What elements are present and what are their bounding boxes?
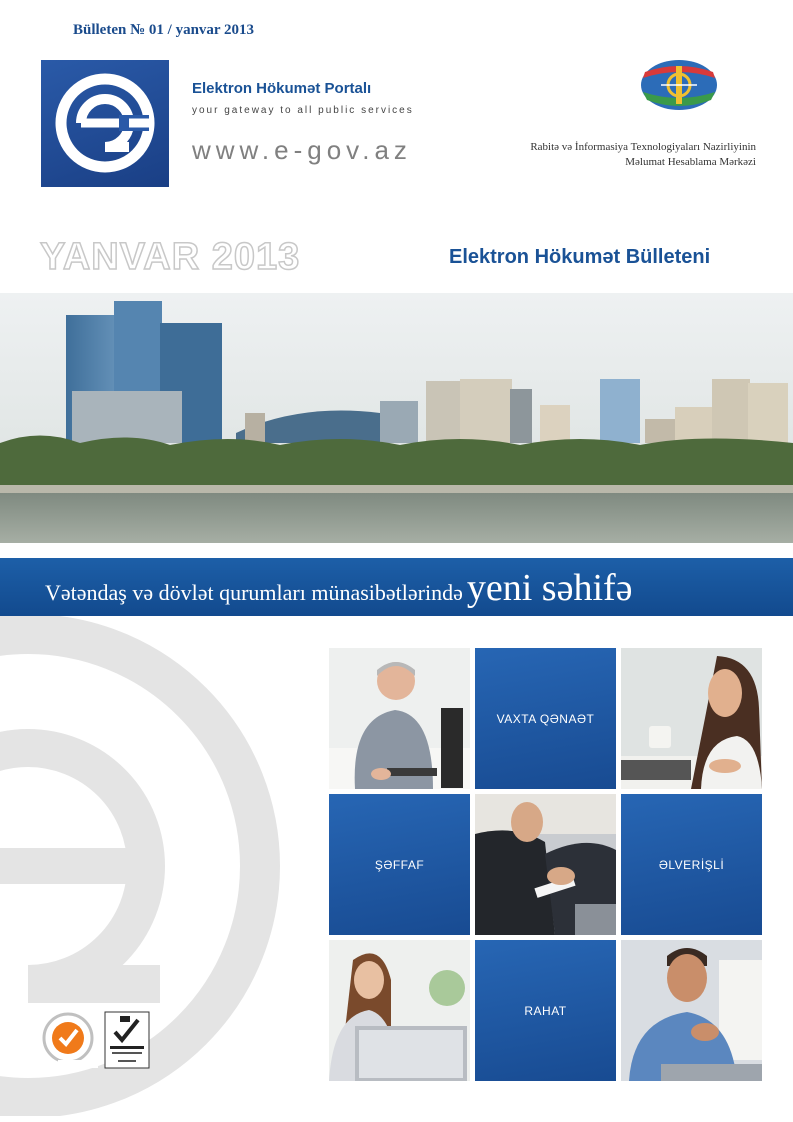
feature-tile-time-saving: VAXTA QƏNAƏT <box>475 648 616 789</box>
business-handshake-photo <box>475 794 616 935</box>
photo-tile-woman-with-laptop <box>329 940 470 1081</box>
portal-name: Elektron Hökumət Portalı <box>192 80 372 97</box>
slogan-emphasis: yeni səhifə <box>466 567 633 609</box>
slogan: Vətəndaş və dövlət qurumları münasibətlə… <box>45 566 633 610</box>
photo-tile-smiling-man <box>621 940 762 1081</box>
woman-with-laptop-photo <box>329 940 470 1081</box>
portal-tagline: your gateway to all public services <box>192 105 414 116</box>
egov-logo <box>41 60 169 187</box>
photo-tile-business <box>475 794 616 935</box>
city-skyline-photo <box>0 293 793 543</box>
slogan-band: Vətəndaş və dövlət qurumları münasibətlə… <box>0 558 793 616</box>
ministry-name-line2: Məlumat Hesablama Mərkəzi <box>625 156 756 168</box>
portal-url[interactable]: www.e-gov.az <box>192 135 412 166</box>
certification-badges <box>40 1010 152 1070</box>
slogan-main: Vətəndaş və dövlət qurumları münasibətlə… <box>45 580 463 605</box>
feature-tile-transparent: ŞƏFFAF <box>329 794 470 935</box>
man-at-computer-photo <box>329 648 470 789</box>
feature-tile-comfortable: RAHAT <box>475 940 616 1081</box>
feature-label-transparent: ŞƏFFAF <box>374 858 425 872</box>
smiling-man-photo <box>621 940 762 1081</box>
feature-label-time-saving: VAXTA QƏNAƏT <box>496 712 595 726</box>
feature-label-convenient: ƏLVERİŞLİ <box>658 858 725 872</box>
bulletin-number: Bülleten № 01 / yanvar 2013 <box>73 22 255 38</box>
ministry-name: Rabitə və İnformasiya Texnologiyaları Na… <box>530 140 756 170</box>
feature-label-comfortable: RAHAT <box>524 1004 567 1018</box>
feature-tile-convenient: ƏLVERİŞLİ <box>621 794 762 935</box>
woman-on-phone-photo <box>621 648 762 789</box>
bulletin-title: Elektron Hökumət Bülleteni <box>449 246 711 268</box>
photo-tile-woman-on-phone <box>621 648 762 789</box>
ministry-emblem-icon <box>639 58 719 112</box>
ministry-name-line1: Rabitə və İnformasiya Texnologiyaları Na… <box>530 141 756 153</box>
issue-month-year: YANVAR 2013 <box>39 235 301 279</box>
photo-tile-man-at-computer <box>329 648 470 789</box>
